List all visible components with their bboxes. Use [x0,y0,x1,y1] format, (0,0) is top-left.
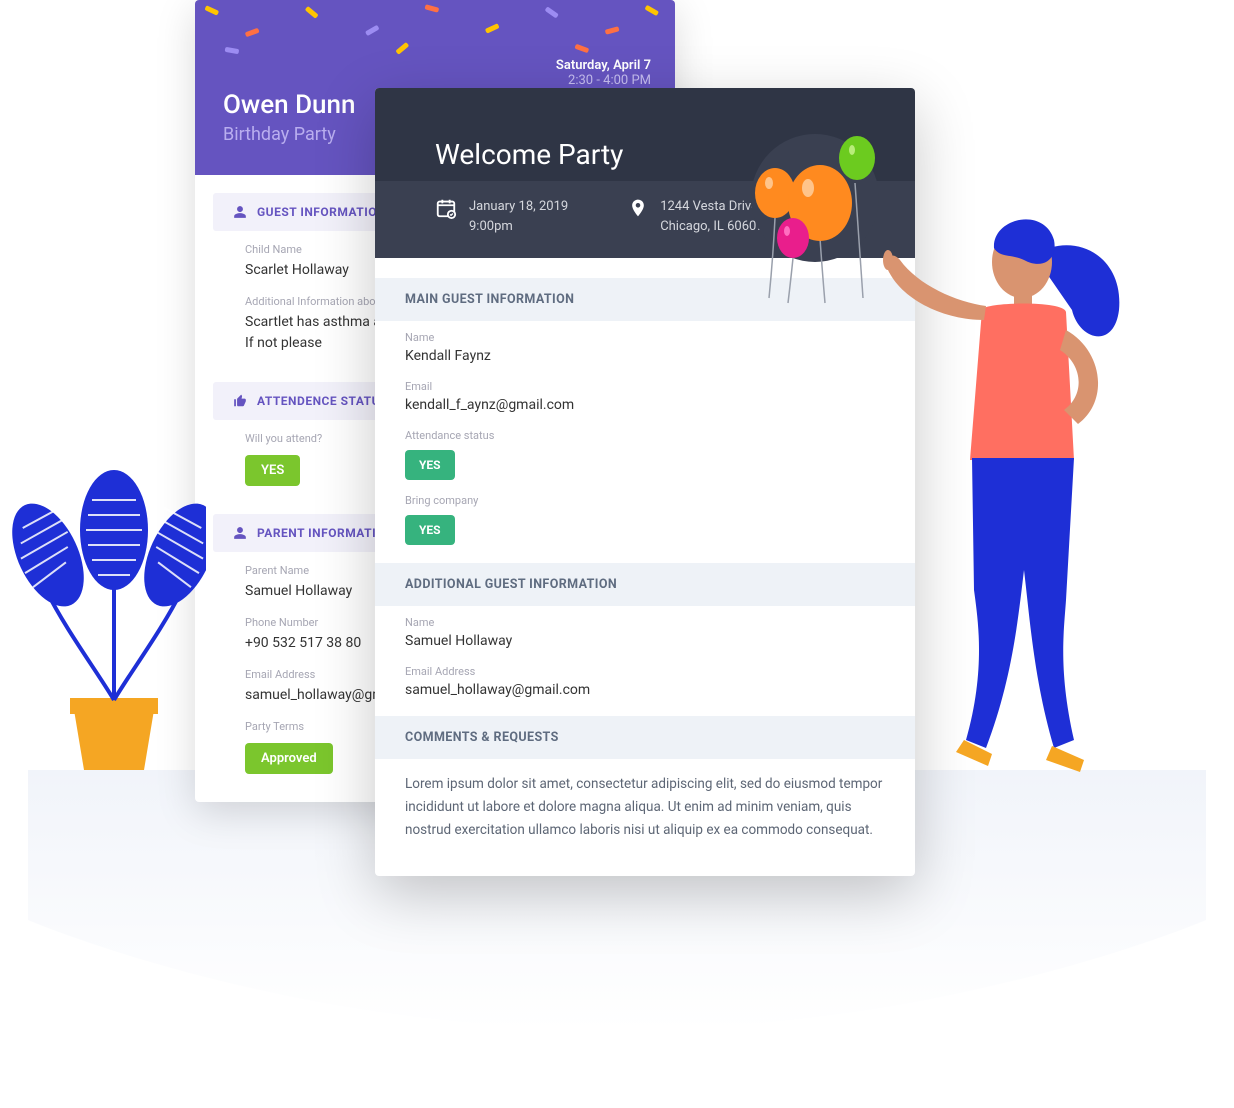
terms-pill: Approved [245,743,333,774]
section-title: ATTENDENCE STATUS [257,394,388,408]
section-title: GUEST INFORMATION [257,205,386,219]
comments-text: Lorem ipsum dolor sit amet, consectetur … [375,759,915,876]
confetti-decoration [195,0,675,60]
person-icon [233,205,247,219]
plant-illustration [6,420,206,780]
additional-guest-email-field: Email Address samuel_hollaway@gmail.com [375,655,915,716]
event-date: Saturday, April 7 [556,58,651,73]
field-label: Email [405,380,885,393]
bring-company-field: Bring company [375,484,915,507]
field-value: Samuel Hollaway [405,633,885,649]
additional-guest-section-header: ADDITIONAL GUEST INFORMATION [375,563,915,606]
attend-pill: YES [245,455,300,486]
field-label: Name [405,616,885,629]
comments-section-header: COMMENTS & REQUESTS [375,716,915,759]
event-datetime: Saturday, April 7 2:30 - 4:00 PM [556,58,651,88]
calendar-icon [435,197,457,219]
attendance-badge: YES [405,450,455,480]
location-pin-icon [628,197,648,219]
main-guest-email-field: Email kendall_f_aynz@gmail.com [375,370,915,419]
balloons-illustration [725,108,885,308]
woman-illustration [874,200,1134,780]
event-time: 2:30 - 4:00 PM [556,73,651,88]
field-value: kendall_f_aynz@gmail.com [405,397,885,413]
datetime-block: January 18, 2019 9:00pm [435,197,568,236]
event-time: 9:00pm [469,217,568,237]
welcome-party-card: Welcome Party January 18, 2019 9:00pm 12… [375,88,915,876]
main-guest-attendance-field: Attendance status [375,419,915,442]
field-label: Name [405,331,885,344]
field-value: Kendall Faynz [405,348,885,364]
main-guest-name-field: Name Kendall Faynz [375,321,915,370]
section-title: PARENT INFORMATION [257,526,394,540]
person-icon [233,526,247,540]
field-label: Attendance status [405,429,885,442]
company-badge: YES [405,515,455,545]
event-date: January 18, 2019 [469,197,568,217]
thumbs-up-icon [233,394,247,408]
field-value: samuel_hollaway@gmail.com [405,682,885,698]
additional-guest-name-field: Name Samuel Hollaway [375,606,915,655]
field-label: Bring company [405,494,885,507]
field-label: Email Address [405,665,885,678]
